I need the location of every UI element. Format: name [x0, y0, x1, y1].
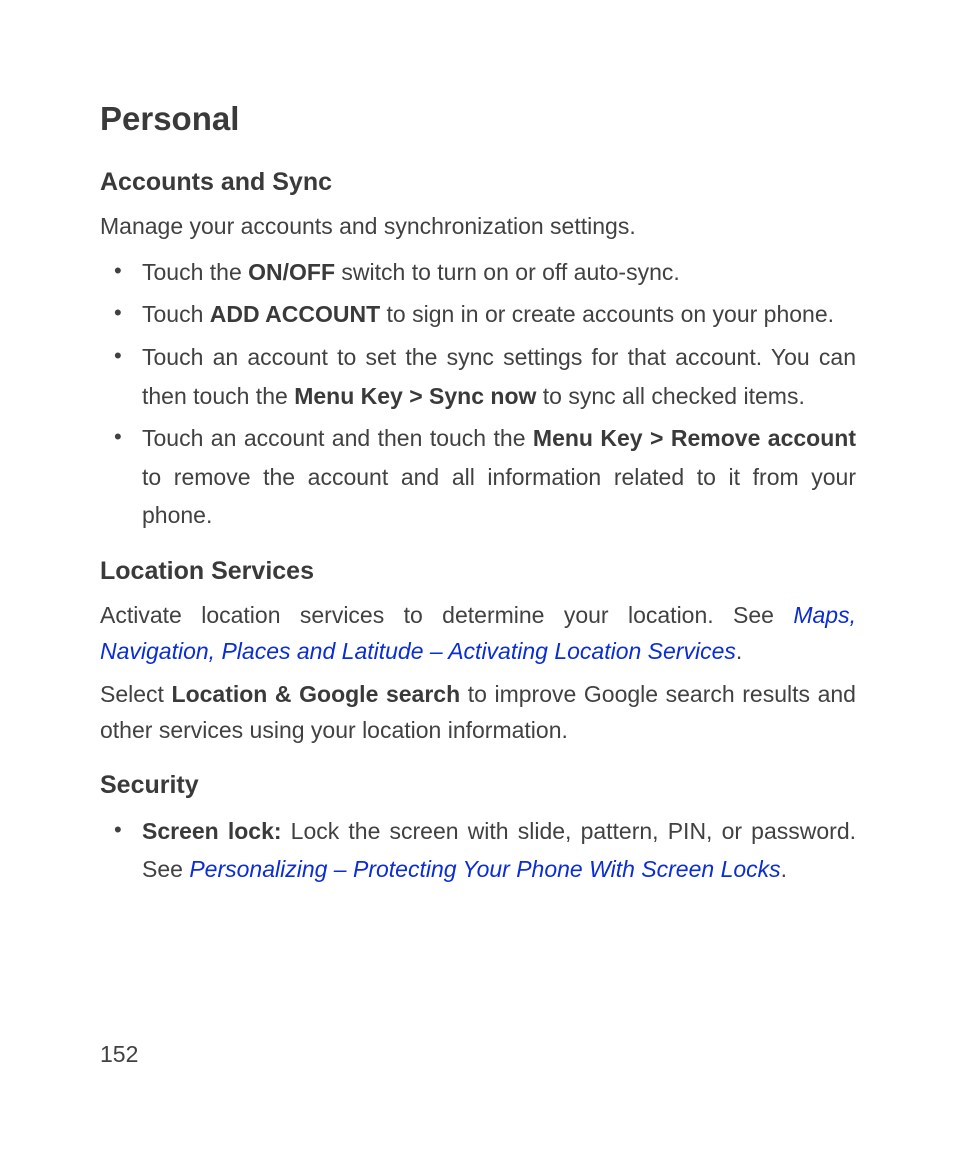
section-security: Security Screen lock: Lock the screen wi…: [100, 771, 856, 889]
text: Select: [100, 681, 172, 707]
text: to sign in or create accounts on your ph…: [380, 301, 834, 327]
location-para-1: Activate location services to determine …: [100, 598, 856, 669]
section-location-services: Location Services Activate location serv…: [100, 557, 856, 749]
text: to sync all checked items.: [536, 383, 804, 409]
text: to remove the account and all informatio…: [142, 464, 856, 529]
bold-text: Menu Key > Sync now: [294, 383, 536, 409]
link-personalizing-screen-locks[interactable]: Personalizing – Protecting Your Phone Wi…: [189, 856, 780, 882]
text: switch to turn on or off auto-sync.: [335, 259, 680, 285]
bold-text: Location & Google search: [172, 681, 461, 707]
accounts-list: Touch the ON/OFF switch to turn on or of…: [100, 253, 856, 535]
document-page: Personal Accounts and Sync Manage your a…: [0, 0, 954, 1153]
text: Touch an account and then touch the: [142, 425, 533, 451]
section-accounts-and-sync: Accounts and Sync Manage your accounts a…: [100, 168, 856, 535]
list-item: Touch ADD ACCOUNT to sign in or create a…: [100, 295, 856, 334]
text: .: [781, 856, 787, 882]
security-list: Screen lock: Lock the screen with slide,…: [100, 812, 856, 889]
bold-text: ADD ACCOUNT: [210, 301, 380, 327]
list-item: Touch an account and then touch the Menu…: [100, 419, 856, 535]
text: Touch the: [142, 259, 248, 285]
location-title: Location Services: [100, 557, 856, 586]
bold-text: Menu Key > Remove account: [533, 425, 856, 451]
list-item: Touch an account to set the sync setting…: [100, 338, 856, 415]
bold-text: ON/OFF: [248, 259, 335, 285]
text: .: [736, 638, 742, 664]
accounts-title: Accounts and Sync: [100, 168, 856, 197]
bold-text: Screen lock:: [142, 818, 282, 844]
list-item: Touch the ON/OFF switch to turn on or of…: [100, 253, 856, 292]
page-heading: Personal: [100, 100, 856, 138]
text: Activate location services to determine …: [100, 602, 793, 628]
text: Touch: [142, 301, 210, 327]
security-title: Security: [100, 771, 856, 800]
accounts-intro: Manage your accounts and synchronization…: [100, 209, 856, 245]
page-number: 152: [100, 1041, 138, 1068]
list-item: Screen lock: Lock the screen with slide,…: [100, 812, 856, 889]
location-para-2: Select Location & Google search to impro…: [100, 677, 856, 748]
